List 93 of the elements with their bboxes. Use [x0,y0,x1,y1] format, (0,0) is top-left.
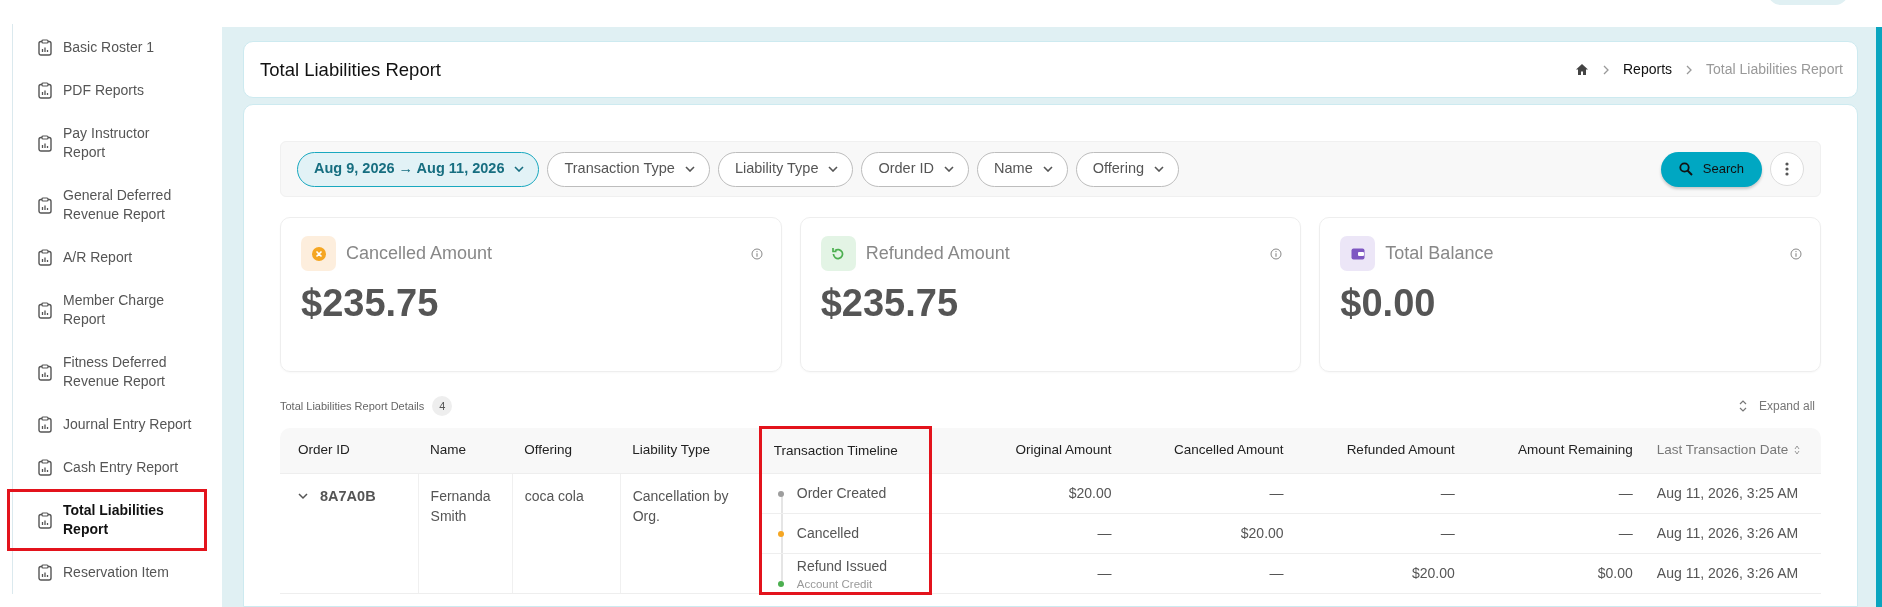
filter-dropdown[interactable]: Aug 9, 2026 → Aug 11, 2026 [297,151,540,187]
timeline-event: Refund Issued [796,556,888,576]
table-cell: — [1440,485,1455,501]
count-pill: 4 [432,395,453,417]
chevron-down-icon [1042,166,1053,172]
column-header[interactable]: Original Amount [930,427,1124,474]
column-header[interactable]: Transaction Timeline [760,427,931,474]
stat-value: $235.75 [820,281,960,326]
chevron-down-icon [514,166,525,172]
column-header[interactable]: Offering [512,427,621,474]
search-button[interactable]: Search [1660,151,1762,187]
clipboard-chart-icon [38,82,52,99]
table-cell: coca cola [524,488,584,504]
table-cell: Aug 11, 2026, 3:25 AM [1656,485,1799,501]
table-cell: $20.00 [1068,485,1112,501]
sidebar-item[interactable]: Pay Instructor Report [7,112,207,174]
home-icon[interactable] [1575,63,1589,76]
search-icon [1678,162,1693,176]
sidebar-item[interactable]: Total Liabilities Report [7,489,207,551]
table-cell: — [1269,565,1284,581]
table-cell: Aug 11, 2026, 3:26 AM [1656,525,1799,541]
chevron-down-icon [944,166,955,172]
clipboard-chart-icon [38,249,52,266]
info-icon[interactable] [750,247,763,260]
breadcrumb-link[interactable]: Reports [1623,59,1673,80]
table-cell: — [1097,525,1112,541]
table-cell: Fernanda Smith [430,488,491,524]
timeline-event: Cancelled [796,524,860,543]
info-icon[interactable] [1790,247,1802,260]
clipboard-chart-icon [38,564,52,581]
column-header[interactable]: Amount Remaining [1466,427,1645,474]
sidebar-item[interactable]: A/R Report [7,236,207,279]
kebab-icon [1785,162,1789,176]
more-options-button[interactable] [1770,152,1804,186]
sidebar-item[interactable]: Basic Roster 1 [7,26,207,69]
expand-all-button[interactable]: Expand all [1738,397,1821,415]
clipboard-chart-icon [38,301,52,319]
timeline-detail: Account Credit [796,576,874,591]
clipboard-chart-icon [38,39,52,56]
table-cell: — [1269,485,1284,501]
table-cell: — [1440,525,1455,541]
table-cell: Aug 11, 2026, 3:26 AM [1656,565,1799,581]
filter-dropdown[interactable]: Transaction Type [547,151,710,187]
table-cell: $20.00 [1411,565,1455,581]
sidebar-item[interactable]: Journal Entry Report [7,403,207,446]
clipboard-chart-icon [38,134,52,152]
clipboard-chart-icon [38,196,52,214]
sidebar-item[interactable]: Fitness Deferred Revenue Report [7,341,207,403]
column-header[interactable]: Liability Type [620,427,761,474]
sidebar-item[interactable]: Reservation Item [7,551,207,594]
stat-title: Refunded Amount [865,242,1010,265]
chevron-right-icon [1686,64,1693,75]
stat-title: Cancelled Amount [346,242,493,265]
stat-value: $235.75 [301,281,440,326]
table-cell: — [1097,565,1112,581]
column-header[interactable]: Last Transaction Date [1644,427,1821,474]
column-header[interactable]: Name [418,427,513,474]
table-cell: — [1618,485,1633,501]
clipboard-chart-icon [38,459,52,476]
stat-value: $0.00 [1340,281,1437,326]
chevron-down-icon [1154,166,1165,172]
section-title: Total Liabilities Report Details [280,398,425,414]
sort-icon [1794,445,1801,456]
column-header[interactable]: Cancelled Amount [1123,427,1296,474]
filter-dropdown[interactable]: Name [977,151,1068,187]
sidebar-item[interactable]: Member Charge Report [7,279,207,341]
table-cell: Cancellation by Org. [632,488,729,524]
table-cell: — [1618,525,1633,541]
sidebar-item[interactable]: PDF Reports [7,69,207,112]
filter-dropdown[interactable]: Offering [1075,151,1180,187]
breadcrumb-current: Total Liabilities Report [1706,60,1843,79]
clipboard-chart-icon [38,511,52,529]
column-header[interactable]: Order ID [280,427,419,474]
expand-icon [1738,400,1747,412]
clipboard-chart-icon [38,363,52,381]
info-icon[interactable] [1270,247,1283,260]
stat-title: Total Balance [1385,242,1494,265]
chevron-down-icon [828,166,839,172]
sidebar-item[interactable]: Cash Entry Report [7,446,207,489]
timeline-event: Order Created [796,484,887,503]
filter-dropdown[interactable]: Liability Type [717,151,854,187]
page-title: Total Liabilities Report [260,57,441,82]
table-cell: $20.00 [1240,525,1284,541]
chevron-right-icon [1603,64,1609,75]
chevron-down-icon [684,166,695,172]
sidebar-item[interactable]: General Deferred Revenue Report [7,174,207,236]
column-header[interactable]: Refunded Amount [1295,427,1467,474]
table-cell: $0.00 [1597,565,1633,581]
filter-dropdown[interactable]: Order ID [861,151,970,187]
clipboard-chart-icon [38,416,52,433]
table-cell-text: 8A7A0B [320,487,376,506]
cancel-circle-icon [310,245,327,262]
chevron-down-icon[interactable] [298,491,308,501]
